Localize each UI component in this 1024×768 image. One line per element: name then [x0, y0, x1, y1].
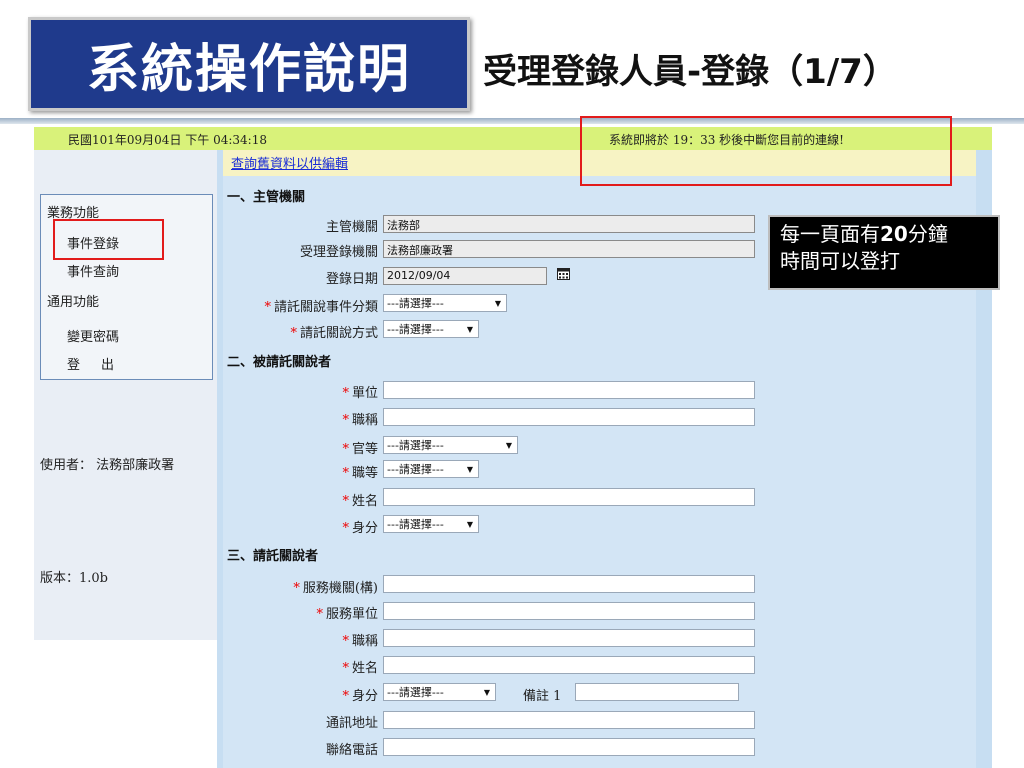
- lobbyist-unit-label: * 服務單位: [316, 607, 378, 622]
- section-agency-heading: 一、主管機關: [227, 190, 306, 205]
- lobbyist-org-label: * 服務機關(構): [293, 581, 378, 596]
- sidebar-item-change-password[interactable]: 變更密碼: [67, 326, 119, 345]
- lobbied-identity-select[interactable]: ---請選擇--- ▼: [383, 515, 479, 533]
- callout-line1: 每一頁面有20分鐘: [780, 222, 948, 246]
- slide-title-box: 系統操作說明: [28, 17, 470, 111]
- chevron-down-icon: ▼: [466, 519, 473, 529]
- lobbied-name-label: * 姓名: [342, 494, 378, 509]
- query-old-data-link[interactable]: 查詢舊資料以供編輯: [231, 153, 348, 172]
- lobbied-rank-select[interactable]: ---請選擇--- ▼: [383, 436, 518, 454]
- lobbyist-identity-select[interactable]: ---請選擇--- ▼: [383, 683, 496, 701]
- sidebar-item-logout[interactable]: 登 出: [67, 354, 118, 373]
- slide-subtitle: 受理登錄人員-登錄（1/7）: [483, 52, 897, 92]
- lobbyist-name-input[interactable]: [383, 656, 755, 674]
- register-highlight-box: [53, 219, 164, 260]
- slide-title: 系統操作說明: [86, 39, 411, 100]
- lobby-method-label: * 請託關說方式: [290, 326, 378, 341]
- event-category-label: * 請託關說事件分類: [264, 300, 378, 315]
- chevron-down-icon: ▼: [494, 298, 501, 308]
- lobbied-identity-label: * 身分: [342, 521, 378, 536]
- lobbied-unit-label: * 單位: [342, 386, 378, 401]
- chevron-down-icon: ▼: [466, 464, 473, 474]
- chevron-down-icon: ▼: [483, 687, 490, 697]
- lobbied-name-input[interactable]: [383, 488, 755, 506]
- register-date-label: 登錄日期: [325, 272, 378, 287]
- lobbyist-unit-input[interactable]: [383, 602, 755, 620]
- lobbied-unit-input[interactable]: [383, 381, 755, 399]
- version-info: 版本：1.0b: [40, 571, 108, 586]
- register-date-field[interactable]: 2012/09/04: [383, 267, 547, 285]
- current-datetime: 民國101年09月04日 下午 04:34:18: [68, 133, 267, 147]
- menu-group-general: 通用功能: [47, 295, 100, 310]
- receiving-agency-label: 受理登錄機關: [299, 245, 378, 260]
- chevron-down-icon: ▼: [466, 324, 473, 334]
- lobbied-title-label: * 職稱: [342, 413, 378, 428]
- lobbied-rank-label: * 官等: [342, 442, 378, 457]
- phone-input[interactable]: [383, 738, 755, 756]
- lobbyist-org-input[interactable]: [383, 575, 755, 593]
- agency-label: 主管機關: [325, 220, 378, 235]
- address-input[interactable]: [383, 711, 755, 729]
- lobbyist-title-label: * 職稱: [342, 634, 378, 649]
- lobbied-title-input[interactable]: [383, 408, 755, 426]
- chevron-down-icon: ▼: [505, 440, 512, 450]
- callout-box: 每一頁面有20分鐘 時間可以登打: [768, 215, 1000, 290]
- lobby-method-select[interactable]: ---請選擇--- ▼: [383, 320, 479, 338]
- sidebar-item-event-query[interactable]: 事件查詢: [67, 261, 119, 280]
- timeout-highlight-box: [580, 116, 952, 186]
- lobbyist-identity-label: * 身分: [342, 689, 378, 704]
- lobbyist-name-label: * 姓名: [342, 661, 378, 676]
- event-category-select[interactable]: ---請選擇--- ▼: [383, 294, 507, 312]
- note-label: 備註 1: [523, 689, 562, 704]
- note-input[interactable]: [575, 683, 739, 701]
- receiving-agency-field: 法務部廉政署: [383, 240, 755, 258]
- section-lobbyist-heading: 三、請託關說者: [227, 549, 319, 564]
- agency-field: 法務部: [383, 215, 755, 233]
- lobbyist-title-input[interactable]: [383, 629, 755, 647]
- lobbied-grade-label: * 職等: [342, 466, 378, 481]
- callout-line2: 時間可以登打: [780, 249, 900, 273]
- phone-label: 聯絡電話: [325, 743, 378, 758]
- lobbied-grade-select[interactable]: ---請選擇--- ▼: [383, 460, 479, 478]
- user-info: 使用者： 法務部廉政署: [40, 458, 175, 473]
- address-label: 通訊地址: [325, 716, 378, 731]
- calendar-icon[interactable]: [557, 268, 570, 280]
- section-lobbied-heading: 二、被請託關說者: [227, 355, 332, 370]
